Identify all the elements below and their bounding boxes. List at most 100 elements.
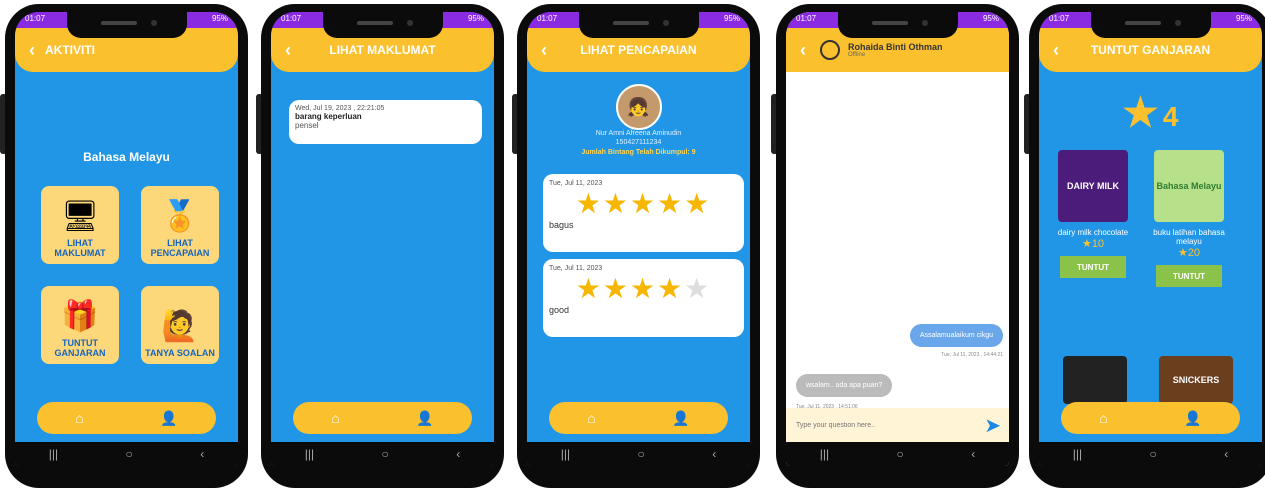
profile-icon[interactable]: 👤 [160, 410, 177, 427]
status-time: 01:07 [1049, 14, 1070, 23]
back-icon[interactable]: ‹ [456, 447, 460, 461]
chat-input-bar: ➤ [786, 408, 1009, 442]
status-battery: 95% [723, 14, 740, 23]
bottom-nav: ⌂ 👤 [1061, 402, 1240, 434]
reward-item: DAIRY MILK dairy milk chocolate ★10 TUNT… [1053, 150, 1133, 278]
product-image: Bahasa Melayu [1154, 150, 1224, 222]
back-arrow-icon[interactable]: ‹ [275, 40, 301, 61]
star-balance: ★ 4 [1039, 90, 1262, 136]
question-input[interactable] [794, 420, 985, 430]
page-title: LIHAT PENCAPAIAN [580, 43, 697, 57]
button-label: TANYA SOALAN [145, 348, 215, 358]
bottom-nav: ⌂ 👤 [37, 402, 216, 434]
reward-item: Bahasa Melayu buku latihan bahasa melayu… [1149, 150, 1229, 287]
achievement-card: Tue, Jul 11, 2023 ★★★★★ bagus [543, 174, 744, 252]
student-name: Nur Amni Afreena Aminudin [595, 130, 682, 137]
tuntut-button[interactable]: TUNTUT [1060, 256, 1126, 278]
user-circle-icon [820, 40, 840, 60]
home-circle-icon[interactable]: ○ [897, 447, 904, 461]
system-nav-bar: ||| ○ ‹ [15, 442, 238, 466]
page-title: AKTIVITI [45, 43, 95, 57]
avatar: 👧 [615, 84, 662, 130]
status-battery: 95% [467, 14, 484, 23]
backpack-image [1063, 356, 1127, 404]
subject-title: Bahasa Melayu [83, 150, 170, 164]
home-circle-icon[interactable]: ○ [1150, 447, 1157, 461]
question-person-icon: 🙋 [161, 310, 199, 343]
camera-notch [837, 12, 958, 38]
camera-notch [578, 12, 699, 38]
recents-icon[interactable]: ||| [820, 447, 829, 461]
page-title: LIHAT MAKLUMAT [329, 43, 436, 57]
bottom-nav: ⌂ 👤 [549, 402, 728, 434]
star-icon: ★ [1122, 91, 1159, 135]
status-time: 01:07 [796, 14, 817, 23]
back-icon[interactable]: ‹ [1224, 447, 1228, 461]
send-icon[interactable]: ➤ [984, 413, 1001, 438]
cost-value: 10 [1091, 238, 1105, 250]
message-time: Tue, Jul 11, 2023 , 14:44:21 [941, 352, 1003, 358]
lihat-maklumat-button[interactable]: 🖥 LIHAT MAKLUMAT [41, 186, 119, 264]
button-label: LIHAT MAKLUMAT [54, 238, 106, 258]
info-date: Wed, Jul 19, 2023 , 22:21:05 [295, 105, 385, 112]
camera-notch [322, 12, 443, 38]
camera-notch [66, 12, 187, 38]
screen: 01:07 95% ‹ AKTIVITI Bahasa Melayu 🖥 LIH… [15, 12, 238, 466]
phone-aktiviti: 01:07 95% ‹ AKTIVITI Bahasa Melayu 🖥 LIH… [0, 4, 248, 488]
back-arrow-icon[interactable]: ‹ [19, 40, 45, 61]
screen: 01:07 95% ‹ TUNTUT GANJARAN ★ 4 DAIRY MI… [1039, 12, 1262, 466]
award-icon: 🏅 [161, 200, 199, 233]
info-text: pensel [295, 121, 319, 130]
profile-icon[interactable]: 👤 [672, 410, 689, 427]
reward-cost: ★20 [1177, 247, 1201, 259]
profile-icon[interactable]: 👤 [1184, 410, 1201, 427]
home-icon[interactable]: ⌂ [1099, 410, 1107, 426]
contact-status: Offline [848, 52, 866, 58]
tanya-soalan-button[interactable]: 🙋 TANYA SOALAN [141, 286, 219, 364]
screen: 01:07 95% ‹ Rohaida Binti Othman Offline… [786, 12, 1009, 466]
back-icon[interactable]: ‹ [200, 447, 204, 461]
recents-icon[interactable]: ||| [561, 447, 570, 461]
recents-icon[interactable]: ||| [305, 447, 314, 461]
status-time: 01:07 [25, 14, 46, 23]
info-heading: barang keperluan [295, 112, 362, 121]
recents-icon[interactable]: ||| [49, 447, 58, 461]
back-icon[interactable]: ‹ [712, 447, 716, 461]
system-nav-bar: ||| ○ ‹ [786, 442, 1009, 466]
gift-icon: 🎁 [61, 300, 99, 333]
system-nav-bar: ||| ○ ‹ [1039, 442, 1262, 466]
home-icon[interactable]: ⌂ [75, 410, 83, 426]
system-nav-bar: ||| ○ ‹ [527, 442, 750, 466]
status-battery: 95% [211, 14, 228, 23]
screen: 01:07 95% ‹ LIHAT PENCAPAIAN 👧 Nur Amni … [527, 12, 750, 466]
home-circle-icon[interactable]: ○ [638, 447, 645, 461]
student-id: 150427111234 [615, 139, 662, 146]
reward-name: buku latihan bahasa melayu [1153, 228, 1225, 246]
star-rating: ★★★★★ [575, 188, 712, 219]
button-label: TUNTUT GANJARAN [54, 338, 106, 358]
page-title: TUNTUT GANJARAN [1090, 43, 1211, 57]
back-icon[interactable]: ‹ [971, 447, 975, 461]
product-image: DAIRY MILK [1058, 150, 1128, 222]
home-icon[interactable]: ⌂ [331, 410, 339, 426]
tuntut-button[interactable]: TUNTUT [1156, 265, 1222, 287]
home-circle-icon[interactable]: ○ [382, 447, 389, 461]
info-card[interactable]: Wed, Jul 19, 2023 , 22:21:05 barang kepe… [289, 100, 482, 144]
achievement-comment: bagus [549, 220, 574, 230]
home-circle-icon[interactable]: ○ [126, 447, 133, 461]
achievement-date: Tue, Jul 11, 2023 [549, 180, 603, 187]
phone-chat: 01:07 95% ‹ Rohaida Binti Othman Offline… [771, 4, 1019, 488]
tuntut-ganjaran-button[interactable]: 🎁 TUNTUT GANJARAN [41, 286, 119, 364]
recents-icon[interactable]: ||| [1073, 447, 1082, 461]
back-arrow-icon[interactable]: ‹ [531, 40, 557, 61]
status-time: 01:07 [281, 14, 302, 23]
phone-lihat-maklumat: 01:07 95% ‹ LIHAT MAKLUMAT Wed, Jul 19, … [256, 4, 504, 488]
lihat-pencapaian-button[interactable]: 🏅 LIHAT PENCAPAIAN [141, 186, 219, 264]
phone-lihat-pencapaian: 01:07 95% ‹ LIHAT PENCAPAIAN 👧 Nur Amni … [512, 4, 760, 488]
profile-icon[interactable]: 👤 [416, 410, 433, 427]
home-icon[interactable]: ⌂ [587, 410, 595, 426]
back-arrow-icon[interactable]: ‹ [790, 40, 816, 61]
web-dashboard-icon: 🖥 [60, 200, 100, 233]
back-arrow-icon[interactable]: ‹ [1043, 40, 1069, 61]
phone-tuntut-ganjaran: 01:07 95% ‹ TUNTUT GANJARAN ★ 4 DAIRY MI… [1024, 4, 1265, 488]
